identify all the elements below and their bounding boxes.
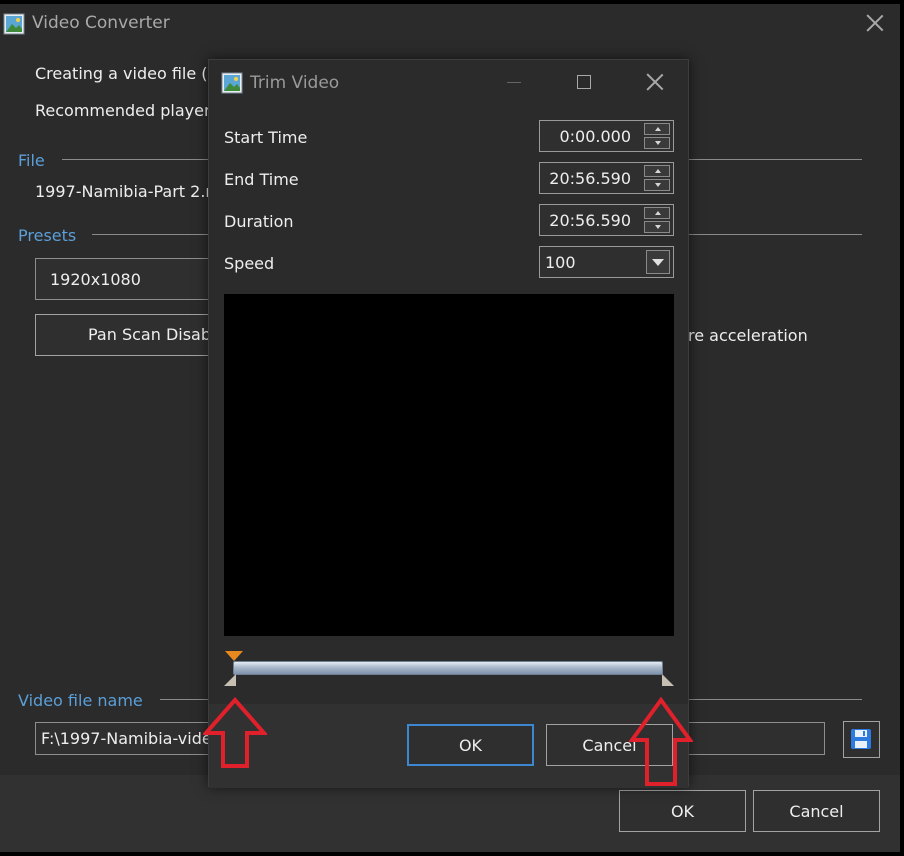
start-time-value: 0:00.000	[559, 127, 631, 146]
file-name: 1997-Namibia-Part 2.m	[35, 182, 221, 201]
spin-down-icon[interactable]	[644, 179, 670, 191]
dialog-ok-button[interactable]: OK	[407, 724, 534, 766]
red-arrow-icon	[629, 697, 693, 786]
section-presets: Presets	[18, 226, 77, 245]
speed-select[interactable]: 100	[539, 246, 674, 278]
floppy-disk-icon	[851, 729, 871, 749]
end-time-stepper[interactable]: 20:56.590	[539, 162, 674, 194]
spin-up-icon[interactable]	[644, 207, 670, 219]
minimize-icon[interactable]	[507, 82, 521, 83]
hardware-acceleration-label: re acceleration	[688, 326, 808, 345]
trim-end-handle[interactable]	[662, 674, 674, 686]
duration-value: 20:56.590	[549, 211, 631, 230]
main-cancel-button[interactable]: Cancel	[753, 790, 880, 832]
info-text-creating: Creating a video file (in	[35, 64, 223, 83]
playhead-handle[interactable]	[225, 651, 243, 661]
video-preview	[224, 294, 674, 636]
window-title: Video Converter	[32, 13, 170, 33]
spin-buttons	[644, 123, 670, 149]
preset-select[interactable]: 1920x1080	[35, 258, 235, 300]
title-bar: Video Converter	[0, 4, 900, 42]
video-file-path-value: F:\1997-Namibia-vide	[41, 729, 212, 748]
spin-up-icon[interactable]	[644, 165, 670, 177]
preset-value: 1920x1080	[50, 270, 141, 289]
section-video-file-name: Video file name	[18, 691, 143, 710]
app-picture-icon	[221, 72, 243, 94]
speed-value: 100	[545, 253, 576, 272]
chevron-down-icon[interactable]	[646, 250, 670, 274]
info-text-recommended: Recommended player	[35, 101, 211, 120]
close-icon[interactable]	[864, 12, 886, 34]
dialog-title: Trim Video	[250, 73, 340, 93]
start-time-label: Start Time	[224, 128, 308, 147]
spin-down-icon[interactable]	[644, 137, 670, 149]
spin-down-icon[interactable]	[644, 221, 670, 233]
trim-video-dialog: Trim Video Start Time 0:00.000 End Time …	[208, 59, 689, 788]
end-time-label: End Time	[224, 170, 299, 189]
app-picture-icon	[3, 13, 25, 35]
spin-up-icon[interactable]	[644, 123, 670, 135]
end-time-value: 20:56.590	[549, 169, 631, 188]
pan-scan-label: Pan Scan Disab	[88, 325, 212, 344]
spin-buttons	[644, 207, 670, 233]
start-time-stepper[interactable]: 0:00.000	[539, 120, 674, 152]
main-ok-button[interactable]: OK	[619, 790, 746, 832]
pan-scan-button[interactable]: Pan Scan Disab	[35, 314, 235, 356]
speed-label: Speed	[224, 254, 275, 273]
save-file-button[interactable]	[843, 721, 880, 758]
maximize-icon[interactable]	[577, 75, 591, 89]
trim-slider-track[interactable]	[233, 661, 663, 675]
trim-start-handle[interactable]	[224, 674, 236, 686]
red-arrow-icon	[203, 697, 267, 768]
duration-label: Duration	[224, 212, 294, 231]
duration-stepper[interactable]: 20:56.590	[539, 204, 674, 236]
section-file: File	[18, 151, 45, 170]
close-icon[interactable]	[644, 71, 666, 93]
spin-buttons	[644, 165, 670, 191]
